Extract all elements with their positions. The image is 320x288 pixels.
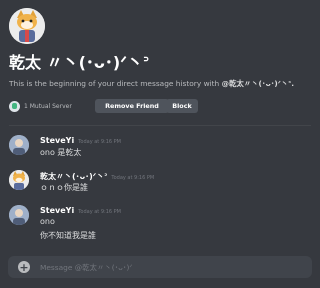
message-author[interactable]: SteveYi Today at 9:16 PM — [40, 206, 121, 215]
avatar[interactable] — [9, 205, 29, 225]
message-text: ono 是乾太 — [40, 148, 82, 157]
message-text: ono — [40, 217, 55, 226]
message-timestamp: Today at 9:16 PM — [111, 175, 155, 181]
author-name[interactable]: SteveYi — [40, 136, 74, 145]
intro-handle: @乾太〃丶(･ᴗ･)ᐟ丶ᐣ. — [221, 79, 295, 88]
author-name[interactable]: 乾太〃丶(･ᴗ･)ᐟ丶ᐣ — [40, 172, 107, 181]
user-avatar-icon — [9, 205, 29, 225]
fox-avatar-icon — [9, 170, 29, 190]
message-composer[interactable]: + Message @乾太〃丶(･ᴗ･)ᐟ — [8, 256, 312, 278]
message-text: 你不知道我是誰 — [40, 231, 96, 240]
message-author[interactable]: SteveYi Today at 9:16 PM — [40, 136, 121, 145]
message-input-placeholder[interactable]: Message @乾太〃丶(･ᴗ･)ᐟ — [40, 262, 133, 273]
plus-icon: + — [19, 260, 29, 274]
server-icon — [9, 101, 20, 112]
message-timestamp: Today at 9:16 PM — [78, 209, 121, 215]
dm-intro-text: This is the beginning of your direct mes… — [9, 78, 314, 89]
message-author[interactable]: 乾太〃丶(･ᴗ･)ᐟ丶ᐣ Today at 9:16 PM — [40, 171, 154, 182]
message-text: ｏｎｏ你是誰 — [40, 183, 88, 192]
profile-avatar — [9, 8, 45, 44]
divider — [9, 125, 311, 126]
add-attachment-button[interactable]: + — [18, 261, 30, 273]
block-button[interactable]: Block — [166, 99, 198, 113]
avatar[interactable] — [9, 135, 29, 155]
remove-friend-button[interactable]: Remove Friend — [95, 99, 169, 113]
mutual-servers-label: 1 Mutual Server — [24, 103, 72, 110]
mutual-servers-link[interactable]: 1 Mutual Server — [9, 100, 72, 113]
message-timestamp: Today at 9:16 PM — [78, 139, 121, 145]
avatar[interactable] — [9, 170, 29, 190]
fox-avatar-icon — [9, 8, 45, 44]
intro-prefix: This is the beginning of your direct mes… — [9, 79, 222, 88]
user-avatar-icon — [9, 135, 29, 155]
profile-name: 乾太 〃丶(･ᴗ･)ᐟ丶ᐣ — [9, 53, 150, 72]
author-name[interactable]: SteveYi — [40, 206, 74, 215]
